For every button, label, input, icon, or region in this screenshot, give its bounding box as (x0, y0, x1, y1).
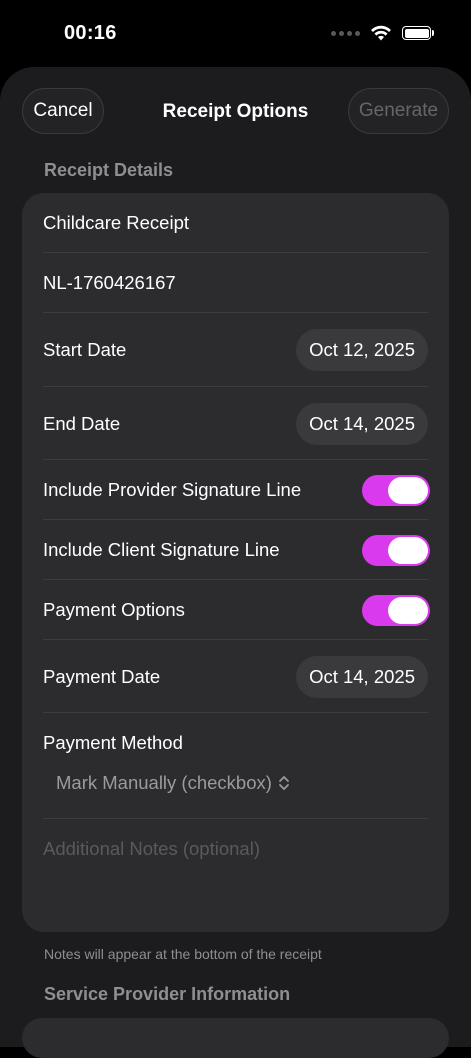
service-provider-card (22, 1018, 449, 1058)
client-signature-row: Include Client Signature Line (22, 520, 449, 580)
provider-signature-row: Include Provider Signature Line (22, 460, 449, 520)
payment-date-label: Payment Date (43, 665, 161, 687)
payment-date-row: Payment Date Oct 14, 2025 (22, 640, 449, 713)
end-date-picker[interactable]: Oct 14, 2025 (296, 402, 428, 445)
end-date-row: End Date Oct 14, 2025 (22, 387, 449, 460)
payment-method-picker[interactable]: Mark Manually (checkbox) (56, 772, 290, 794)
receipt-number-value: NL-1760426167 (43, 272, 176, 293)
notes-placeholder: Additional Notes (optional) (43, 838, 260, 859)
notes-footer: Notes will appear at the bottom of the r… (44, 946, 322, 962)
payment-options-toggle[interactable] (362, 594, 430, 626)
receipt-options-sheet: Cancel Receipt Options Generate Receipt … (0, 67, 471, 1058)
receipt-title-field[interactable]: Childcare Receipt (22, 193, 449, 253)
status-time: 00:16 (64, 22, 117, 44)
receipt-number-field[interactable]: NL-1760426167 (22, 253, 449, 313)
start-date-row: Start Date Oct 12, 2025 (22, 313, 449, 386)
payment-options-label: Payment Options (43, 599, 185, 620)
receipt-title-value: Childcare Receipt (43, 212, 190, 233)
signal-dots-icon (331, 30, 360, 36)
payment-options-row: Payment Options (22, 580, 449, 640)
notes-field[interactable]: Additional Notes (optional) (22, 819, 449, 932)
wifi-icon (371, 25, 391, 41)
client-signature-label: Include Client Signature Line (43, 539, 280, 560)
payment-date-picker[interactable]: Oct 14, 2025 (296, 655, 428, 698)
status-icons (331, 25, 434, 41)
receipt-details-card: Childcare Receipt NL-1760426167 Start Da… (22, 193, 449, 932)
start-date-label: Start Date (43, 338, 127, 360)
chevron-up-down-icon (279, 776, 289, 790)
payment-method-label: Payment Method (43, 732, 183, 753)
service-provider-header: Service Provider Information (44, 984, 291, 1004)
battery-icon (402, 26, 434, 40)
divider (43, 712, 428, 713)
start-date-picker[interactable]: Oct 12, 2025 (296, 328, 428, 371)
receipt-details-header: Receipt Details (44, 160, 174, 180)
provider-signature-label: Include Provider Signature Line (43, 479, 302, 500)
payment-method-value: Mark Manually (checkbox) (56, 772, 272, 793)
generate-button[interactable]: Generate (348, 88, 449, 134)
client-signature-toggle[interactable] (362, 534, 430, 566)
end-date-label: End Date (43, 412, 121, 434)
provider-signature-toggle[interactable] (362, 474, 430, 506)
status-bar: 00:16 (0, 0, 471, 66)
